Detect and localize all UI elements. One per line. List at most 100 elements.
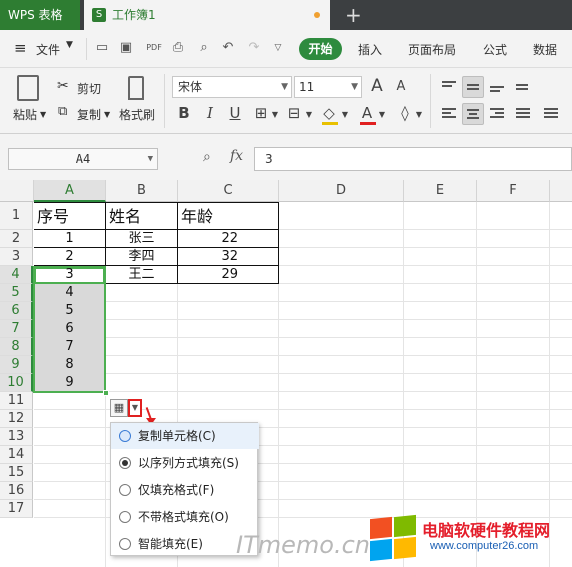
row-header-17[interactable]: 17 bbox=[0, 500, 33, 518]
align-bottom-icon[interactable] bbox=[486, 76, 508, 98]
option-copy-cells[interactable]: 复制单元格(C) bbox=[111, 423, 259, 449]
align-left-icon[interactable] bbox=[438, 103, 460, 125]
column-header-b[interactable]: B bbox=[106, 180, 178, 202]
eraser-icon[interactable]: ◊ bbox=[396, 103, 414, 123]
merge-dropdown-icon[interactable]: ▼ bbox=[304, 105, 314, 125]
select-all-corner[interactable] bbox=[0, 180, 34, 202]
fill-color-icon[interactable]: ◇ bbox=[320, 103, 338, 123]
tab-page-layout[interactable]: 页面布局 bbox=[408, 41, 456, 58]
row-header-7[interactable]: 7 bbox=[0, 320, 33, 338]
borders-dropdown-icon[interactable]: ▼ bbox=[270, 105, 280, 125]
column-header-f[interactable]: F bbox=[477, 180, 550, 202]
borders-icon[interactable]: ⊞ bbox=[252, 103, 270, 123]
align-top-icon[interactable] bbox=[438, 76, 460, 98]
underline-button[interactable]: U bbox=[226, 103, 244, 123]
row-header-12[interactable]: 12 bbox=[0, 410, 33, 428]
table-cell-age[interactable]: 32 bbox=[178, 248, 238, 266]
row-header-5[interactable]: 5 bbox=[0, 284, 33, 302]
insert-function-button[interactable]: fx bbox=[230, 148, 243, 164]
hamburger-icon[interactable]: ≡ bbox=[14, 39, 27, 57]
fill-color-dropdown-icon[interactable]: ▼ bbox=[340, 105, 350, 125]
table-cell-no[interactable]: 1 bbox=[34, 230, 105, 248]
tab-data[interactable]: 数据 bbox=[533, 41, 557, 58]
filled-cell[interactable]: 6 bbox=[34, 320, 105, 338]
name-box[interactable]: A4 ▼ bbox=[8, 148, 158, 170]
export-pdf-icon[interactable]: PDF bbox=[146, 40, 162, 56]
new-tab-button[interactable]: + bbox=[345, 3, 362, 27]
file-dropdown-icon[interactable]: ▼ bbox=[66, 40, 73, 50]
row-header-3[interactable]: 3 bbox=[0, 248, 33, 266]
font-color-button[interactable]: A bbox=[358, 103, 376, 123]
align-center-icon[interactable] bbox=[462, 103, 484, 125]
paste-dropdown-icon[interactable]: ▼ bbox=[40, 110, 46, 119]
file-menu[interactable]: 文件 bbox=[36, 41, 60, 58]
table-cell-age[interactable]: 22 bbox=[178, 230, 238, 248]
table-cell-name[interactable]: 王二 bbox=[106, 266, 177, 284]
row-header-1[interactable]: 1 bbox=[0, 202, 33, 230]
row-header-8[interactable]: 8 bbox=[0, 338, 33, 356]
merge-cells-icon[interactable]: ⊟ bbox=[285, 103, 303, 123]
filled-cell[interactable]: 9 bbox=[34, 374, 105, 392]
filled-cell[interactable]: 5 bbox=[34, 302, 105, 320]
name-box-dropdown-icon[interactable]: ▼ bbox=[148, 149, 153, 169]
table-cell-no[interactable]: 3 bbox=[34, 266, 105, 284]
copy-button[interactable]: 复制 bbox=[77, 106, 101, 123]
row-header-14[interactable]: 14 bbox=[0, 446, 33, 464]
header-cell-no[interactable]: 序号 bbox=[37, 206, 69, 228]
filled-cell[interactable]: 7 bbox=[34, 338, 105, 356]
option-fill-formatting-only[interactable]: 仅填充格式(F) bbox=[111, 477, 259, 503]
font-name-select[interactable]: 宋体 ▼ bbox=[172, 76, 292, 98]
app-tab[interactable]: WPS 表格 bbox=[0, 0, 80, 30]
italic-button[interactable]: I bbox=[201, 103, 219, 123]
redo-icon[interactable]: ↷ bbox=[246, 40, 262, 56]
option-fill-without-formatting[interactable]: 不带格式填充(O) bbox=[111, 504, 259, 530]
autofill-dropdown-button[interactable]: ▼ bbox=[128, 399, 142, 417]
paste-icon[interactable] bbox=[17, 75, 39, 101]
row-header-16[interactable]: 16 bbox=[0, 482, 33, 500]
column-header-c[interactable]: C bbox=[178, 180, 279, 202]
format-painter-button[interactable]: 格式刷 bbox=[119, 106, 155, 123]
clear-dropdown-icon[interactable]: ▼ bbox=[414, 105, 424, 125]
open-folder-icon[interactable]: ▭ bbox=[94, 40, 110, 56]
header-cell-name[interactable]: 姓名 bbox=[109, 206, 141, 228]
row-header-4[interactable]: 4 bbox=[0, 266, 33, 284]
quick-access-dropdown-icon[interactable]: ▽ bbox=[270, 40, 286, 56]
copy-dropdown-icon[interactable]: ▼ bbox=[104, 110, 110, 119]
print-icon[interactable]: ⎙ bbox=[170, 40, 186, 56]
table-cell-age[interactable]: 29 bbox=[178, 266, 238, 284]
row-header-11[interactable]: 11 bbox=[0, 392, 33, 410]
font-color-dropdown-icon[interactable]: ▼ bbox=[377, 105, 387, 125]
table-cell-name[interactable]: 李四 bbox=[106, 248, 177, 266]
align-middle-icon[interactable] bbox=[462, 76, 484, 98]
formula-input[interactable]: 3 bbox=[254, 147, 572, 171]
save-icon[interactable]: ▣ bbox=[118, 40, 134, 56]
fill-handle[interactable] bbox=[103, 390, 109, 396]
row-header-9[interactable]: 9 bbox=[0, 356, 33, 374]
row-header-10[interactable]: 10 bbox=[0, 374, 33, 392]
row-header-2[interactable]: 2 bbox=[0, 230, 33, 248]
row-header-15[interactable]: 15 bbox=[0, 464, 33, 482]
table-cell-name[interactable]: 张三 bbox=[106, 230, 177, 248]
tab-formulas[interactable]: 公式 bbox=[483, 41, 507, 58]
distributed-align-icon[interactable] bbox=[540, 103, 562, 125]
shrink-font-button[interactable]: A bbox=[392, 77, 410, 97]
undo-icon[interactable]: ↶ bbox=[220, 40, 236, 56]
header-cell-age[interactable]: 年龄 bbox=[181, 206, 213, 228]
table-cell-no[interactable]: 2 bbox=[34, 248, 105, 266]
text-direction-icon[interactable] bbox=[512, 76, 534, 98]
paste-button[interactable]: 粘贴 bbox=[13, 106, 37, 123]
autofill-options-icon[interactable]: ▦ bbox=[110, 399, 128, 417]
bold-button[interactable]: B bbox=[175, 103, 193, 123]
row-header-13[interactable]: 13 bbox=[0, 428, 33, 446]
document-tab[interactable]: S 工作簿1 bbox=[84, 0, 330, 30]
cut-button[interactable]: 剪切 bbox=[77, 80, 101, 97]
grow-font-button[interactable]: A bbox=[368, 76, 386, 96]
column-header-a[interactable]: A bbox=[34, 180, 106, 202]
print-preview-icon[interactable]: ⌕ bbox=[196, 40, 212, 56]
column-header-e[interactable]: E bbox=[404, 180, 477, 202]
filled-cell[interactable]: 4 bbox=[34, 284, 105, 302]
justify-icon[interactable] bbox=[512, 103, 534, 125]
option-fill-series[interactable]: 以序列方式填充(S) bbox=[111, 450, 259, 476]
tab-insert[interactable]: 插入 bbox=[358, 41, 382, 58]
spreadsheet-grid[interactable]: A B C D E F 1 2 3 4 5 6 7 8 9 10 11 12 13 14 15 16 17 序号… bbox=[0, 180, 572, 567]
